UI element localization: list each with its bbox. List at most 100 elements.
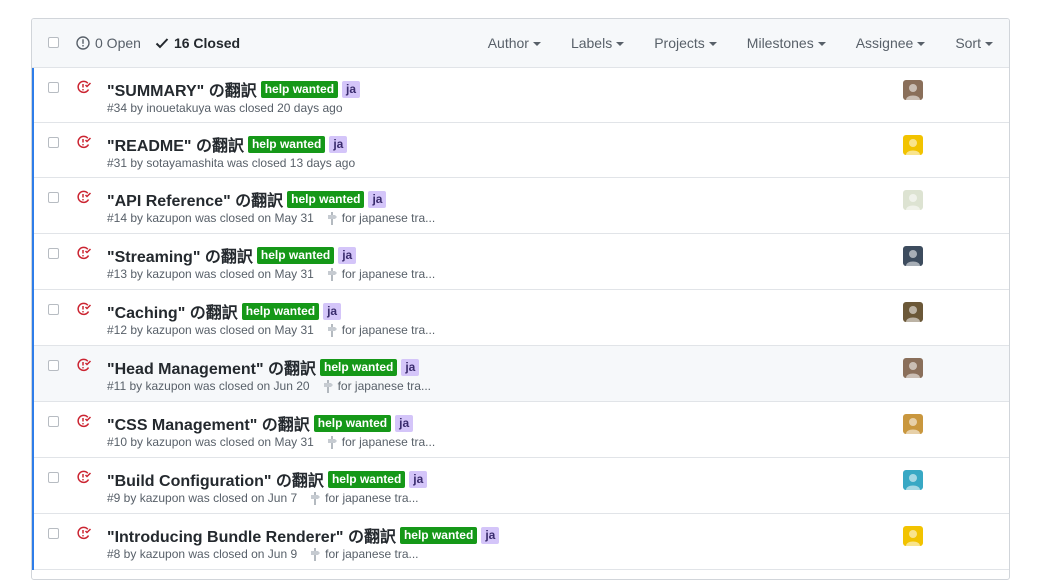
avatar-icon bbox=[906, 194, 920, 210]
issue-checkbox[interactable] bbox=[48, 416, 59, 427]
label-ja[interactable]: ja bbox=[395, 414, 414, 432]
issue-row[interactable]: "README" の翻訳 help wanted ja #31 by sotayama… bbox=[32, 123, 1009, 178]
milestone-icon bbox=[327, 435, 337, 449]
issue-row[interactable]: "Head Management" の翻訳 help wanted ja #11 by… bbox=[32, 346, 1009, 402]
issue-checkbox[interactable] bbox=[48, 528, 59, 539]
issue-meta: #12 by kazupon was closed on May 31 for j… bbox=[107, 323, 435, 337]
assignee-avatar[interactable] bbox=[903, 414, 923, 434]
label-ja[interactable]: ja bbox=[329, 135, 348, 153]
milestone-label: for japanese tra... bbox=[341, 323, 436, 337]
author-filter[interactable]: Author bbox=[488, 35, 541, 51]
issue-title-link[interactable]: "SUMMARY" の翻訳 bbox=[107, 77, 257, 101]
milestone-link[interactable]: for japanese tra... bbox=[326, 435, 435, 449]
issue-meta-text: #11 by kazupon was closed on Jun 20 bbox=[107, 379, 310, 393]
assignee-avatar[interactable] bbox=[903, 302, 923, 322]
milestone-link[interactable]: for japanese tra... bbox=[326, 211, 435, 225]
issue-row[interactable]: "Introducing Bundle Renderer" の翻訳 help wa… bbox=[32, 514, 1009, 570]
issue-title-line: "Introducing Bundle Renderer" の翻訳 help wa… bbox=[107, 523, 500, 547]
issue-title-link[interactable]: "README" の翻訳 bbox=[107, 132, 244, 156]
milestone-label: for japanese tra... bbox=[341, 211, 436, 225]
milestones-filter[interactable]: Milestones bbox=[747, 35, 826, 51]
label-help-wanted[interactable]: help wanted bbox=[241, 302, 320, 320]
label-help-wanted[interactable]: help wanted bbox=[320, 358, 398, 376]
milestone-icon bbox=[311, 491, 321, 505]
filter-bar: Author Labels Projects Milestones Assign… bbox=[458, 19, 993, 67]
issue-row[interactable]: "Build Configuration" の翻訳 help wanted ja #9… bbox=[32, 458, 1009, 514]
label-ja[interactable]: ja bbox=[368, 190, 387, 208]
assignee-avatar[interactable] bbox=[903, 470, 923, 490]
label-help-wanted[interactable]: help wanted bbox=[256, 246, 335, 264]
assignee-avatar[interactable] bbox=[903, 246, 923, 266]
label-help-wanted[interactable]: help wanted bbox=[287, 190, 365, 208]
assignee-avatar[interactable] bbox=[903, 80, 923, 100]
caret-down-icon bbox=[985, 41, 993, 46]
open-filter[interactable]: 0 Open bbox=[76, 35, 141, 51]
milestone-link[interactable]: for japanese tra... bbox=[326, 323, 435, 337]
milestone-link[interactable]: for japanese tra... bbox=[322, 379, 431, 393]
issue-meta-text: #34 by inouetakuya was closed 20 days ag… bbox=[107, 101, 343, 115]
issue-checkbox[interactable] bbox=[48, 304, 59, 315]
closed-filter[interactable]: 16 Closed bbox=[155, 35, 240, 51]
issue-checkbox[interactable] bbox=[48, 82, 59, 93]
projects-filter[interactable]: Projects bbox=[654, 35, 717, 51]
label-help-wanted[interactable]: help wanted bbox=[399, 526, 478, 544]
issue-meta-text: #9 by kazupon was closed on Jun 7 bbox=[107, 491, 298, 505]
issue-row[interactable]: "SUMMARY" の翻訳 help wanted ja #34 by inoueta… bbox=[32, 68, 1009, 123]
label-ja[interactable]: ja bbox=[409, 470, 428, 488]
issue-meta-text: #13 by kazupon was closed on May 31 bbox=[107, 267, 314, 281]
issue-row[interactable]: "CSS Management" の翻訳 help wanted ja #10 by … bbox=[32, 402, 1009, 458]
issue-title-link[interactable]: "API Reference" の翻訳 bbox=[107, 187, 283, 211]
label-help-wanted[interactable]: help wanted bbox=[313, 414, 392, 432]
issue-title-link[interactable]: "Caching" の翻訳 bbox=[107, 299, 238, 323]
issue-title-link[interactable]: "CSS Management" の翻訳 bbox=[107, 411, 310, 435]
issue-meta: #8 by kazupon was closed on Jun 9 for jap… bbox=[107, 547, 419, 561]
label-ja[interactable]: ja bbox=[481, 526, 500, 544]
label-ja[interactable]: ja bbox=[342, 80, 361, 98]
label-ja[interactable]: ja bbox=[401, 358, 420, 376]
assignee-filter[interactable]: Assignee bbox=[856, 35, 926, 51]
label-help-wanted[interactable]: help wanted bbox=[247, 135, 326, 153]
issue-meta-text: #8 by kazupon was closed on Jun 9 bbox=[107, 547, 298, 561]
label-ja[interactable]: ja bbox=[338, 246, 357, 264]
issue-title-link[interactable]: "Head Management" の翻訳 bbox=[107, 355, 316, 379]
labels-filter[interactable]: Labels bbox=[571, 35, 625, 51]
issue-row[interactable]: "API Reference" の翻訳 help wanted ja #14 by k… bbox=[32, 178, 1009, 234]
issue-meta: #31 by sotayamashita was closed 13 days … bbox=[107, 156, 355, 170]
caret-down-icon bbox=[708, 41, 717, 46]
issue-title-link[interactable]: "Introducing Bundle Renderer" の翻訳 bbox=[107, 523, 396, 547]
milestone-icon bbox=[327, 211, 337, 225]
issue-row[interactable]: "Streaming" の翻訳 help wanted ja #13 by kazup… bbox=[32, 234, 1009, 290]
milestone-link[interactable]: for japanese tra... bbox=[309, 547, 419, 561]
issue-checkbox[interactable] bbox=[48, 360, 59, 371]
assignee-avatar[interactable] bbox=[903, 358, 923, 378]
issue-checkbox[interactable] bbox=[48, 472, 59, 483]
issue-title-link[interactable]: "Streaming" の翻訳 bbox=[107, 243, 253, 267]
avatar-icon bbox=[906, 306, 920, 322]
milestone-label: for japanese tra... bbox=[337, 379, 431, 393]
assignee-avatar[interactable] bbox=[903, 526, 923, 546]
issue-closed-icon bbox=[77, 190, 92, 204]
issue-checkbox[interactable] bbox=[48, 137, 59, 148]
sort-filter[interactable]: Sort bbox=[955, 35, 993, 51]
issue-title-link[interactable]: "Build Configuration" の翻訳 bbox=[107, 467, 324, 491]
label-help-wanted[interactable]: help wanted bbox=[327, 470, 406, 488]
issue-title-line: "SUMMARY" の翻訳 help wanted ja bbox=[107, 77, 361, 101]
issue-row[interactable]: "Caching" の翻訳 help wanted ja #12 by kazupon… bbox=[32, 290, 1009, 346]
row-accent-bar bbox=[32, 514, 34, 570]
milestone-link[interactable]: for japanese tra... bbox=[309, 491, 419, 505]
assignee-avatar[interactable] bbox=[903, 190, 923, 210]
assignee-avatar[interactable] bbox=[903, 135, 923, 155]
caret-down-icon bbox=[917, 41, 926, 46]
issue-meta-text: #14 by kazupon was closed on May 31 bbox=[107, 211, 314, 225]
label-help-wanted[interactable]: help wanted bbox=[260, 80, 339, 98]
select-all-checkbox[interactable] bbox=[48, 37, 59, 48]
milestone-icon bbox=[327, 267, 337, 281]
label-ja[interactable]: ja bbox=[323, 302, 342, 320]
issue-checkbox[interactable] bbox=[48, 192, 59, 203]
issue-checkbox[interactable] bbox=[48, 248, 59, 259]
row-accent-bar bbox=[32, 290, 34, 346]
issue-title-line: "Head Management" の翻訳 help wanted ja bbox=[107, 355, 420, 379]
caret-down-icon bbox=[616, 41, 625, 46]
milestone-link[interactable]: for japanese tra... bbox=[326, 267, 435, 281]
avatar-icon bbox=[906, 474, 920, 490]
